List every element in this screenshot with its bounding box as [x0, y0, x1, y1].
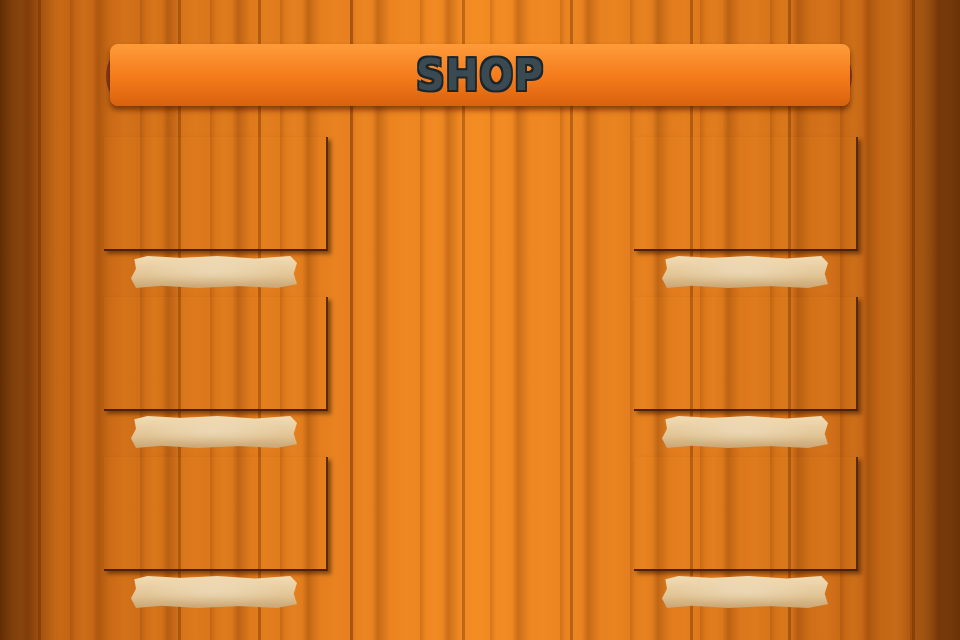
shop-item-slot-2[interactable]: [104, 297, 328, 411]
shop-item-slot-5[interactable]: [634, 297, 858, 411]
shop-item-price-tag-6: [662, 576, 828, 608]
shop-item-slot-3[interactable]: [104, 457, 328, 571]
wood-grain: [912, 0, 915, 640]
shop-item-slot-6[interactable]: [634, 457, 858, 571]
shop-item-price-tag-3: [131, 576, 297, 608]
shop-item-price-tag-5: [662, 416, 828, 448]
shop-title: SHOP: [416, 49, 544, 101]
shop-item-slot-1[interactable]: [104, 137, 328, 251]
shop-item-price-tag-1: [131, 256, 297, 288]
shop-item-slot-4[interactable]: [634, 137, 858, 251]
shop-item-price-tag-4: [662, 256, 828, 288]
wood-grain: [38, 0, 41, 640]
shop-item-price-tag-2: [131, 416, 297, 448]
